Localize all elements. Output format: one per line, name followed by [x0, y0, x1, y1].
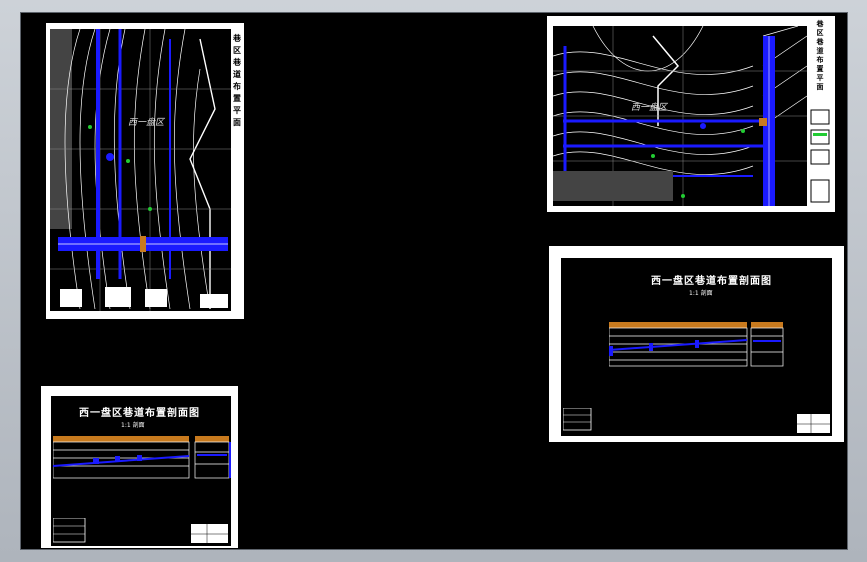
section-right-title: 西一盘区巷道布置剖面图: [651, 276, 772, 287]
plan-drawing-large: [50, 29, 231, 311]
side-char: 布: [816, 56, 824, 64]
side-char: 巷: [816, 38, 824, 46]
section-left-drawing: [53, 436, 231, 479]
side-char: 道: [233, 70, 241, 79]
plan-right-side-title: 巷 区 巷 道 布 置 平 面: [815, 20, 825, 92]
side-char: 巷: [816, 20, 824, 28]
side-char: 面: [233, 118, 241, 127]
side-char: 道: [816, 47, 824, 55]
side-char: 区: [233, 46, 241, 55]
plan-sheet-large[interactable]: 西一盘区 巷 区 巷 道 布 置 平 面: [46, 23, 244, 319]
side-char: 巷: [233, 58, 241, 67]
side-char: 面: [816, 83, 824, 91]
section-sheet-right[interactable]: 西一盘区巷道布置剖面图 1:1 剖面: [549, 246, 844, 442]
section-right-drawing: [609, 322, 784, 367]
side-char: 布: [233, 82, 241, 91]
plan-sheet-right[interactable]: 西一盘区 巷 区 巷 道 布 置 平 面: [547, 16, 835, 212]
side-char: 平: [816, 74, 824, 82]
side-char: 置: [816, 65, 824, 73]
section-left-legend: [53, 518, 86, 543]
plan-large-side-title: 巷 区 巷 道 布 置 平 面: [232, 33, 242, 129]
section-sheet-left[interactable]: 西一盘区巷道布置剖面图 1:1 剖面: [41, 386, 238, 548]
section-right-legend: [563, 408, 592, 431]
section-right-subtitle: 1:1 剖面: [689, 290, 713, 297]
section-right-title-block: [797, 414, 830, 433]
section-left-subtitle: 1:1 剖面: [121, 422, 145, 429]
section-left-title-block: [191, 524, 228, 543]
plan-large-label: 西一盘区: [128, 118, 165, 128]
plan-drawing-right: [553, 26, 807, 206]
plan-right-label: 西一盘区: [631, 103, 668, 113]
side-char: 置: [233, 94, 241, 103]
side-char: 巷: [233, 34, 241, 43]
side-char: 区: [816, 29, 824, 37]
side-char: 平: [233, 106, 241, 115]
section-left-title: 西一盘区巷道布置剖面图: [79, 408, 200, 419]
model-space-canvas[interactable]: 西一盘区 巷 区 巷 道 布 置 平 面 西一盘区 巷 区 巷 道 布 置 平 …: [20, 12, 848, 550]
